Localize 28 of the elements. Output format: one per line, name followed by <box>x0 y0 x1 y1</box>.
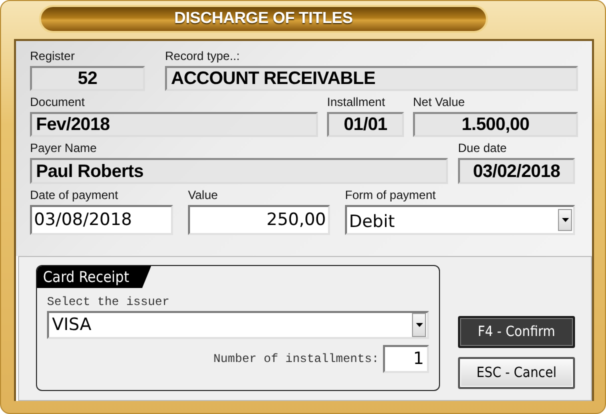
installments-field[interactable]: 1 <box>383 345 429 373</box>
input-field[interactable]: 1.500,00 <box>413 112 578 137</box>
window-title: DISCHARGE OF TITLES <box>41 7 486 31</box>
section-title: Card Receipt <box>37 266 152 288</box>
dropdown-field[interactable]: Debit <box>345 205 575 235</box>
field-label: Value <box>188 188 218 204</box>
input-field[interactable]: Paul Roberts <box>30 158 448 184</box>
confirm-button[interactable]: F4 - Confirm <box>458 316 575 348</box>
field-label: Register <box>30 49 75 65</box>
cancel-button[interactable]: ESC - Cancel <box>458 357 575 389</box>
input-field[interactable]: 52 <box>30 66 145 91</box>
issuer-dropdown[interactable]: VISA <box>47 311 429 339</box>
input-field[interactable]: 250,00 <box>188 205 330 235</box>
field-label: Form of payment <box>345 188 436 204</box>
installments-label: Number of installments: <box>213 352 379 366</box>
input-field[interactable]: 03/08/2018 <box>30 205 173 235</box>
input-field[interactable]: ACCOUNT RECEIVABLE <box>165 66 578 91</box>
field-label: Record type..: <box>165 49 240 65</box>
field-label: Payer Name <box>30 141 97 157</box>
field-label: Document <box>30 95 85 111</box>
input-field[interactable]: Fev/2018 <box>30 112 318 137</box>
field-label: Date of payment <box>30 188 118 204</box>
field-label: Installment <box>327 95 386 111</box>
field-label: Due date <box>458 141 507 157</box>
issuer-label: Select the issuer <box>47 295 170 311</box>
input-field[interactable]: 03/02/2018 <box>458 158 575 184</box>
input-field[interactable]: 01/01 <box>327 112 404 137</box>
field-label: Net Value <box>413 95 465 111</box>
